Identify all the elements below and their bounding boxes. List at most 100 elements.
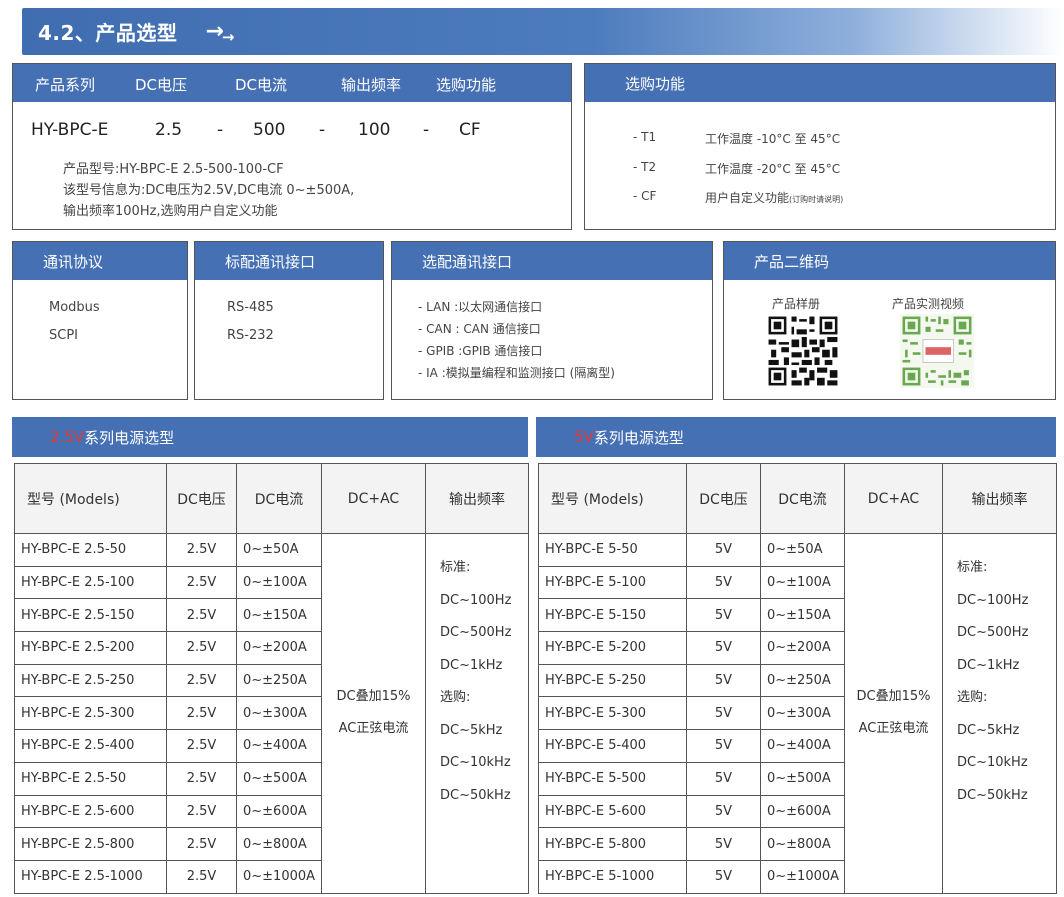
frequency-line: 标准: xyxy=(957,560,988,575)
current-cell: 0~±400A xyxy=(236,729,322,763)
dcac-line: DC叠加15% xyxy=(856,689,931,705)
model-cell: HY-BPC-E 2.5-600 xyxy=(14,794,167,829)
current-cell: 0~±100A xyxy=(760,565,845,600)
protocol-item: Modbus xyxy=(49,300,100,315)
current-cell: 0~±400A xyxy=(760,729,845,763)
series-2-5v-title: 系列电源选型 xyxy=(84,428,175,447)
table-row: HY-BPC-E 2.5-50 2.5V 0~±50A DC叠加15% AC正弦电流 标准… xyxy=(14,533,529,894)
current-cell: 0~±200A xyxy=(760,631,845,665)
option-value: 工作温度 -20°C 至 45°C xyxy=(705,162,841,176)
voltage-cell: 5V xyxy=(686,794,761,829)
voltage-cell: 5V xyxy=(686,761,761,796)
header-option: 选购功能 xyxy=(436,76,497,94)
protocol-header: 通讯协议 xyxy=(13,242,187,280)
code-series: HY-BPC-E xyxy=(31,120,109,140)
frequency-line: DC~10kHz xyxy=(957,755,1028,770)
voltage-cell: 2.5V xyxy=(166,598,237,633)
optional-interface-item: - LAN :以太网通信接口 xyxy=(418,300,543,314)
option-key: - T2 xyxy=(633,160,657,174)
frequency-line: 选购: xyxy=(440,690,471,705)
model-code-box: 产品系列 DC电压 DC电流 输出频率 选购功能 HY-BPC-E 2.5 - … xyxy=(12,63,572,230)
voltage-cell: 5V xyxy=(686,663,761,698)
voltage-cell: 5V xyxy=(686,859,761,894)
current-cell: 0~±1000A xyxy=(236,859,322,894)
qr-code-catalog-icon[interactable] xyxy=(766,314,840,388)
code-frequency: 100 xyxy=(358,120,391,140)
current-cell: 0~±500A xyxy=(760,761,845,796)
model-cell: HY-BPC-E 5-200 xyxy=(538,631,687,665)
optional-interface-header: 选配通讯接口 xyxy=(392,242,712,280)
model-code-header: 产品系列 DC电压 DC电流 输出频率 选购功能 xyxy=(13,64,571,102)
section-title: 4.2、产品选型 xyxy=(38,21,178,45)
series-2-5v-title-highlight: 2.5V xyxy=(50,428,85,446)
current-cell: 0~±300A xyxy=(760,696,845,731)
section-title-bar: 4.2、产品选型 → → xyxy=(22,8,1064,55)
current-cell: 0~±600A xyxy=(236,794,322,829)
series-2-5v-header: 2.5V 系列电源选型 xyxy=(12,417,528,457)
model-cell: HY-BPC-E 2.5-300 xyxy=(14,696,167,731)
code-option: CF xyxy=(459,120,481,140)
code-current: 500 xyxy=(253,120,286,140)
column-header: DC+AC xyxy=(321,463,426,534)
protocol-item: SCPI xyxy=(49,328,79,343)
voltage-cell: 2.5V xyxy=(166,565,237,600)
frequency-line: DC~5kHz xyxy=(440,722,503,738)
option-key: - CF xyxy=(633,189,657,203)
current-cell: 0~±800A xyxy=(236,827,322,861)
voltage-cell: 5V xyxy=(686,533,761,567)
voltage-cell: 2.5V xyxy=(166,794,237,829)
current-cell: 0~±250A xyxy=(236,663,322,698)
model-cell: HY-BPC-E 2.5-200 xyxy=(14,631,167,665)
voltage-cell: 2.5V xyxy=(166,631,237,665)
model-cell: HY-BPC-E 5-250 xyxy=(538,663,687,698)
table-header-row: 型号 (Models) DC电压 DC电流 DC+AC 输出频率 xyxy=(14,463,529,534)
arrow-right-small-icon: → xyxy=(221,27,235,46)
column-header: DC电流 xyxy=(236,463,322,534)
frequency-line: DC~1kHz xyxy=(440,657,503,673)
current-cell: 0~±50A xyxy=(236,533,322,567)
voltage-cell: 5V xyxy=(686,827,761,861)
model-desc-line: 产品型号:HY-BPC-E 2.5-500-100-CF xyxy=(63,162,284,177)
series-5v-title-highlight: 5V xyxy=(574,428,594,446)
frequency-line: DC~50kHz xyxy=(440,787,511,803)
current-cell: 0~±50A xyxy=(760,533,845,567)
model-cell: HY-BPC-E 2.5-50 xyxy=(14,761,167,796)
dcac-line: AC正弦电流 xyxy=(338,721,409,737)
standard-interface-item: RS-485 xyxy=(227,300,274,315)
header-frequency: 输出频率 xyxy=(341,76,402,94)
frequency-line: DC~100Hz xyxy=(957,592,1029,608)
code-dash: - xyxy=(423,120,430,140)
model-cell: HY-BPC-E 5-150 xyxy=(538,598,687,633)
frequency-line: DC~10kHz xyxy=(440,755,511,770)
voltage-cell: 5V xyxy=(686,631,761,665)
header-series: 产品系列 xyxy=(35,76,96,94)
model-cell: HY-BPC-E 2.5-800 xyxy=(14,827,167,861)
option-value: 工作温度 -10°C 至 45°C xyxy=(705,132,841,146)
option-note: (订购时请说明) xyxy=(789,195,844,204)
frequency-line: 标准: xyxy=(440,560,471,575)
voltage-cell: 5V xyxy=(686,598,761,633)
current-cell: 0~±300A xyxy=(236,696,322,731)
dcac-line: AC正弦电流 xyxy=(858,721,929,737)
voltage-cell: 2.5V xyxy=(166,827,237,861)
model-cell: HY-BPC-E 5-50 xyxy=(538,533,687,567)
standard-interface-header: 标配通讯接口 xyxy=(195,242,383,280)
column-header: DC电压 xyxy=(686,463,761,534)
table-header-row: 型号 (Models) DC电压 DC电流 DC+AC 输出频率 xyxy=(538,463,1057,534)
column-header: 型号 (Models) xyxy=(538,463,687,534)
qr-label-catalog: 产品样册 xyxy=(772,297,821,311)
current-cell: 0~±150A xyxy=(760,598,845,633)
option-value-text: 用户自定义功能 xyxy=(705,191,790,205)
current-cell: 0~±200A xyxy=(236,631,322,665)
optional-interface-item: - IA :模拟量编程和监测接口 (隔离型) xyxy=(418,366,615,380)
voltage-cell: 2.5V xyxy=(166,859,237,894)
series-5v-title: 系列电源选型 xyxy=(593,428,684,447)
voltage-cell: 5V xyxy=(686,696,761,731)
code-voltage: 2.5 xyxy=(155,120,183,140)
current-cell: 0~±100A xyxy=(236,565,322,600)
code-dash: - xyxy=(217,120,224,140)
frequency-line: DC~100Hz xyxy=(440,592,512,608)
model-cell: HY-BPC-E 5-500 xyxy=(538,761,687,796)
model-cell: HY-BPC-E 2.5-100 xyxy=(14,565,167,600)
qr-code-video-icon[interactable] xyxy=(900,314,974,388)
